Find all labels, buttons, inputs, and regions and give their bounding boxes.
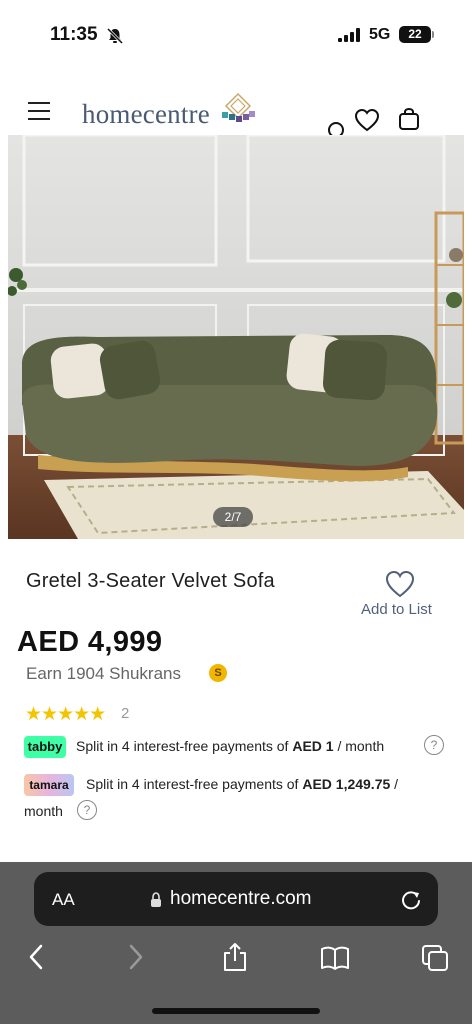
battery-tip xyxy=(432,31,434,38)
tamara-info-icon[interactable]: ? xyxy=(77,800,97,820)
rating-count[interactable]: 2 xyxy=(121,705,129,722)
tabby-amount: AED 1 xyxy=(292,738,334,754)
bell-off-icon xyxy=(106,27,124,45)
tabby-text-prefix: Split in 4 interest-free payments of xyxy=(76,738,289,754)
shopping-bag-icon[interactable] xyxy=(398,107,420,131)
tabs-icon[interactable] xyxy=(420,941,450,973)
product-image[interactable] xyxy=(8,135,464,539)
sofa-photo xyxy=(8,135,464,539)
image-counter: 2/7 xyxy=(213,507,253,527)
shukrans-earn-text: Earn 1904 Shukrans xyxy=(26,664,181,683)
tamara-installment-text: Split in 4 interest-free payments of AED… xyxy=(86,776,398,792)
tabby-installment-text: Split in 4 interest-free payments of AED… xyxy=(76,738,384,754)
tabby-suffix: / month xyxy=(337,738,385,754)
add-to-list-link[interactable]: Add to List xyxy=(361,601,432,618)
tamara-amount: AED 1,249.75 xyxy=(302,776,391,792)
network-type: 5G xyxy=(369,26,391,43)
battery-icon: 22 xyxy=(399,26,431,43)
logo-mark-icon xyxy=(222,92,255,122)
back-icon[interactable] xyxy=(22,941,52,973)
share-icon[interactable] xyxy=(220,941,250,973)
rating-stars[interactable]: ★★★★★ xyxy=(25,703,106,726)
shukran-coin-icon: S xyxy=(209,664,227,682)
tamara-installment-line2: month xyxy=(24,803,63,819)
tabby-info-icon[interactable]: ? xyxy=(424,735,444,755)
tamara-text-prefix: Split in 4 interest-free payments of xyxy=(86,776,299,792)
status-time: 11:35 xyxy=(50,24,98,45)
cellular-signal-icon xyxy=(338,28,360,42)
add-to-list-heart-icon[interactable] xyxy=(385,570,415,598)
site-header: homecentre xyxy=(0,80,472,144)
reader-settings-button[interactable]: AA xyxy=(52,890,75,910)
tamara-badge: tamara xyxy=(24,774,74,796)
tamara-suffix: / xyxy=(394,776,399,792)
hamburger-menu-icon[interactable] xyxy=(28,102,50,120)
logo-text[interactable]: homecentre xyxy=(82,99,210,130)
product-price: AED 4,999 xyxy=(17,626,163,658)
bookmarks-icon[interactable] xyxy=(320,941,350,973)
url-text[interactable]: homecentre.com xyxy=(170,888,312,910)
home-indicator xyxy=(152,1008,320,1014)
status-bar: 11:35 5G 22 xyxy=(0,0,472,70)
reload-icon[interactable] xyxy=(400,889,422,911)
tabby-badge: tabby xyxy=(24,736,66,758)
forward-icon[interactable] xyxy=(120,941,150,973)
lock-icon xyxy=(151,892,161,907)
wishlist-heart-icon[interactable] xyxy=(354,108,380,132)
product-title: Gretel 3-Seater Velvet Sofa xyxy=(26,570,275,592)
